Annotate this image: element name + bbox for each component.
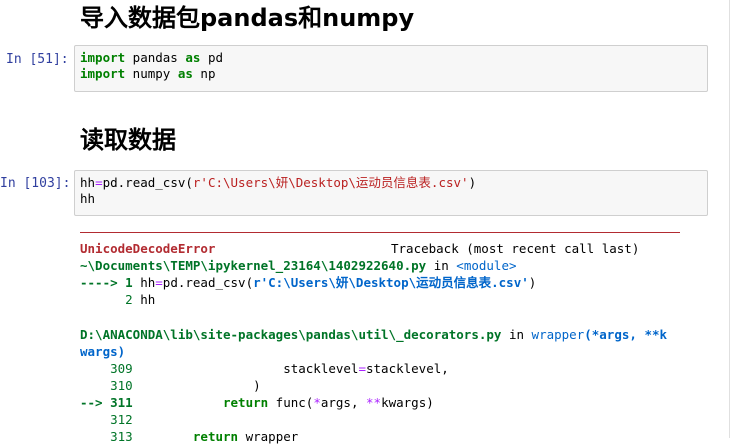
traceback-divider — [80, 232, 680, 233]
traceback-frame2-line-312: 312 — [80, 412, 133, 427]
traceback-frame2-line-311: --> 311 return func(*args, **kwargs) — [80, 395, 434, 410]
traceback-frame2-line-309: 309 stacklevel=stacklevel, — [80, 361, 449, 376]
traceback-frame2-line-310: 310 ) — [80, 378, 261, 393]
code-line: import pandas as pd — [80, 50, 224, 65]
traceback-frame2-path-line: D:\ANACONDA\lib\site-packages\pandas\uti… — [80, 327, 668, 342]
cell-prompt-51: In [51]: — [6, 52, 69, 67]
code-cell-read-csv[interactable]: hh=pd.read_csv(r'C:\Users\妍\Desktop\运动员信… — [74, 170, 708, 216]
code-line: import numpy as np — [80, 66, 216, 81]
markdown-heading-import: 导入数据包pandas和numpy — [80, 4, 415, 32]
traceback-frame1-path-line: ~\Documents\TEMP\ipykernel_23164\1402922… — [80, 258, 517, 273]
traceback-frame1-code-line: ----> 1 hh=pd.read_csv(r'C:\Users\妍\Desk… — [80, 275, 537, 290]
markdown-heading-read: 读取数据 — [80, 126, 176, 154]
traceback-frame2-line-313: 313 return wrapper — [80, 429, 299, 444]
code-line: hh — [80, 191, 96, 206]
cell-prompt-103: In [103]: — [0, 176, 71, 191]
traceback-header: UnicodeDecodeError — [80, 241, 216, 256]
traceback-header-right: Traceback (most recent call last) — [391, 241, 640, 256]
code-cell-imports[interactable]: import pandas as pd import numpy as np — [74, 45, 708, 92]
traceback-frame2-path-wrap: wargs) — [80, 344, 126, 359]
code-line: hh=pd.read_csv(r'C:\Users\妍\Desktop\运动员信… — [80, 175, 477, 190]
notebook-right-border — [729, 0, 730, 438]
traceback-frame1-line2: 2 hh — [80, 292, 156, 307]
